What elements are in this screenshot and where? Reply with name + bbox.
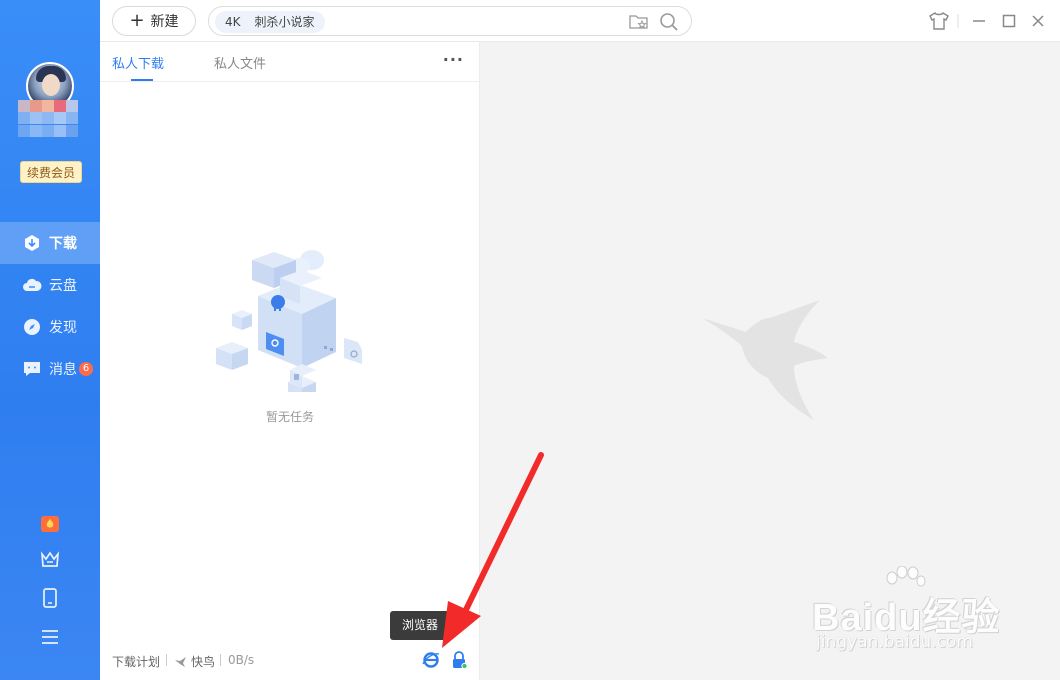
search-icon[interactable] <box>659 12 679 36</box>
sidebar-item-label: 消息 <box>49 362 77 378</box>
sidebar-item-message[interactable]: 消息 6 <box>0 348 100 390</box>
menu-icon[interactable] <box>38 625 62 649</box>
download-speed: 0B/s <box>228 653 255 667</box>
search-suggestion-chip[interactable]: 4K 刺杀小说家 <box>215 11 325 33</box>
message-icon <box>22 359 42 379</box>
more-icon[interactable]: ··· <box>443 50 464 69</box>
lock-icon[interactable] <box>450 651 468 672</box>
bird-icon <box>175 656 186 667</box>
tab-private-download[interactable]: 私人下载 <box>112 53 164 72</box>
minimize-icon[interactable] <box>968 10 990 32</box>
active-tab-indicator <box>131 79 153 81</box>
panel-tabs: 私人下载 私人文件 ··· <box>100 42 480 82</box>
skin-icon[interactable] <box>928 10 950 32</box>
tab-private-files[interactable]: 私人文件 <box>214 53 266 72</box>
status-bar: 下载计划 快鸟 0B/s <box>100 650 480 672</box>
sidebar: 续费会员 下载 云盘 发现 消息 6 <box>0 0 100 680</box>
baidu-jingyan-watermark: Baidu经验 jingyan.baidu.com <box>812 566 1022 656</box>
browser-icon[interactable] <box>422 651 440 672</box>
download-icon <box>22 233 42 253</box>
cloud-icon <box>22 275 42 295</box>
download-panel: 私人下载 私人文件 ··· 暂无任务 下载计划 快鸟 0B/s <box>100 42 480 680</box>
compass-icon <box>22 317 42 337</box>
browser-tooltip: 浏览器 <box>390 611 451 640</box>
top-bar: + 新建 4K 刺杀小说家 <box>100 0 1060 42</box>
download-plan-link[interactable]: 下载计划 <box>112 653 160 670</box>
username-mosaic <box>18 112 78 124</box>
new-task-button[interactable]: + 新建 <box>112 6 196 36</box>
sidebar-item-download[interactable]: 下载 <box>0 222 100 264</box>
hummingbird-logo <box>702 300 828 420</box>
sidebar-item-cloud[interactable]: 云盘 <box>0 264 100 306</box>
username-mosaic <box>18 100 78 112</box>
plus-icon: + <box>129 10 145 31</box>
sidebar-item-label: 下载 <box>49 236 77 252</box>
renew-vip-button[interactable]: 续费会员 <box>20 161 83 183</box>
maximize-icon[interactable] <box>998 10 1020 32</box>
empty-state-illustration <box>212 242 368 392</box>
crown-icon[interactable] <box>38 547 62 571</box>
search-box[interactable]: 4K 刺杀小说家 <box>208 6 692 36</box>
empty-state-text: 暂无任务 <box>265 410 314 424</box>
divider <box>954 10 962 32</box>
phone-icon[interactable] <box>38 586 62 610</box>
close-icon[interactable] <box>1027 10 1049 32</box>
sidebar-item-label: 发现 <box>49 320 77 336</box>
sidebar-item-discover[interactable]: 发现 <box>0 306 100 348</box>
sidebar-item-label: 云盘 <box>49 278 77 294</box>
divider <box>166 654 167 666</box>
gift-icon[interactable] <box>38 511 62 535</box>
folder-star-icon[interactable] <box>629 13 649 35</box>
kuainiao-link[interactable]: 快鸟 <box>174 653 215 670</box>
divider <box>220 654 221 666</box>
username-mosaic <box>18 125 78 137</box>
watermark-url: jingyan.baidu.com <box>816 632 973 652</box>
unread-badge: 6 <box>79 362 93 376</box>
